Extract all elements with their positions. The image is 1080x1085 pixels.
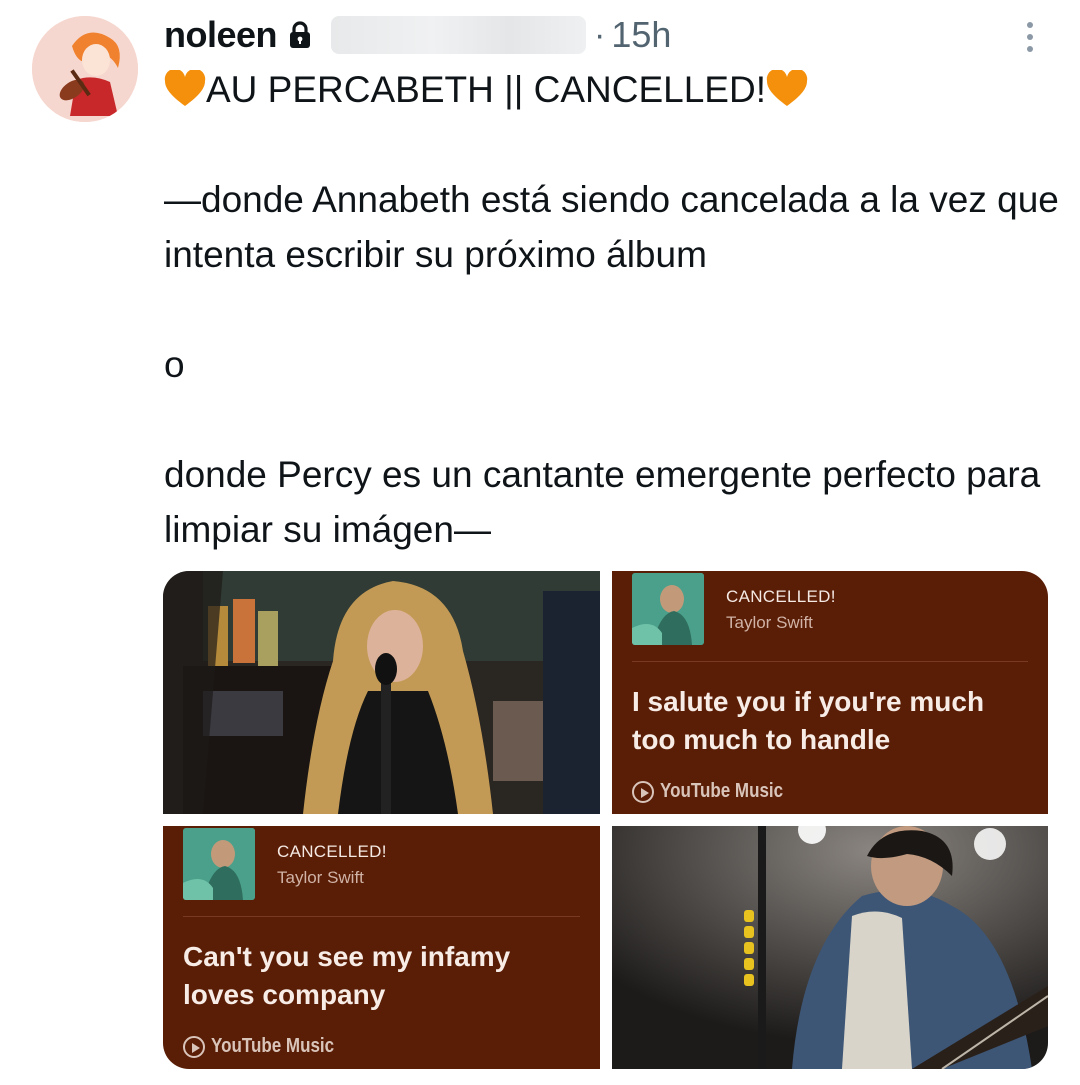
more-vertical-icon[interactable] [1024, 22, 1036, 56]
song-title: CANCELLED! [277, 842, 387, 861]
source-label: YouTube Music [211, 1035, 335, 1057]
lyric-card[interactable]: CANCELLED! Taylor Swift Can't you see my… [163, 826, 600, 1069]
artist-name: Taylor Swift [277, 868, 364, 887]
author-name[interactable]: noleen [164, 14, 278, 56]
album-cover [632, 573, 704, 645]
photo-singer-microphone[interactable] [163, 571, 600, 814]
divider [183, 916, 580, 917]
youtube-music-badge: YouTube Music [183, 1035, 356, 1058]
separator-dot: · [594, 15, 606, 54]
artist-name: Taylor Swift [726, 613, 813, 632]
tweet-title: AU PERCABETH || CANCELLED! [206, 69, 766, 110]
handle-redacted [331, 16, 587, 54]
photo-guitarist-stage[interactable] [612, 826, 1048, 1069]
youtube-music-play-icon [632, 780, 654, 803]
avatar[interactable] [32, 16, 138, 122]
lyric-text: Can't you see my infamy loves company [183, 941, 511, 1010]
source-label: YouTube Music [660, 780, 784, 802]
lyric-card[interactable]: CANCELLED! Taylor Swift I salute you if … [612, 571, 1048, 814]
lock-icon [287, 20, 313, 50]
youtube-music-badge: YouTube Music [632, 780, 805, 803]
lyric-text: I salute you if you're much too much to … [632, 686, 985, 755]
song-title: CANCELLED! [726, 587, 836, 606]
orange-heart-icon [766, 68, 808, 106]
tweet-body: —donde Annabeth está siendo cancelada a … [164, 179, 1059, 550]
tweet-header: noleen · 15h [164, 12, 671, 58]
youtube-music-play-icon [183, 1035, 205, 1058]
tweet-text: AU PERCABETH || CANCELLED! —donde Annabe… [164, 62, 1059, 557]
timestamp[interactable]: 15h [611, 14, 671, 56]
orange-heart-icon [164, 68, 206, 106]
divider [632, 661, 1028, 662]
album-cover [183, 828, 255, 900]
media-grid: CANCELLED! Taylor Swift I salute you if … [163, 571, 1048, 1069]
